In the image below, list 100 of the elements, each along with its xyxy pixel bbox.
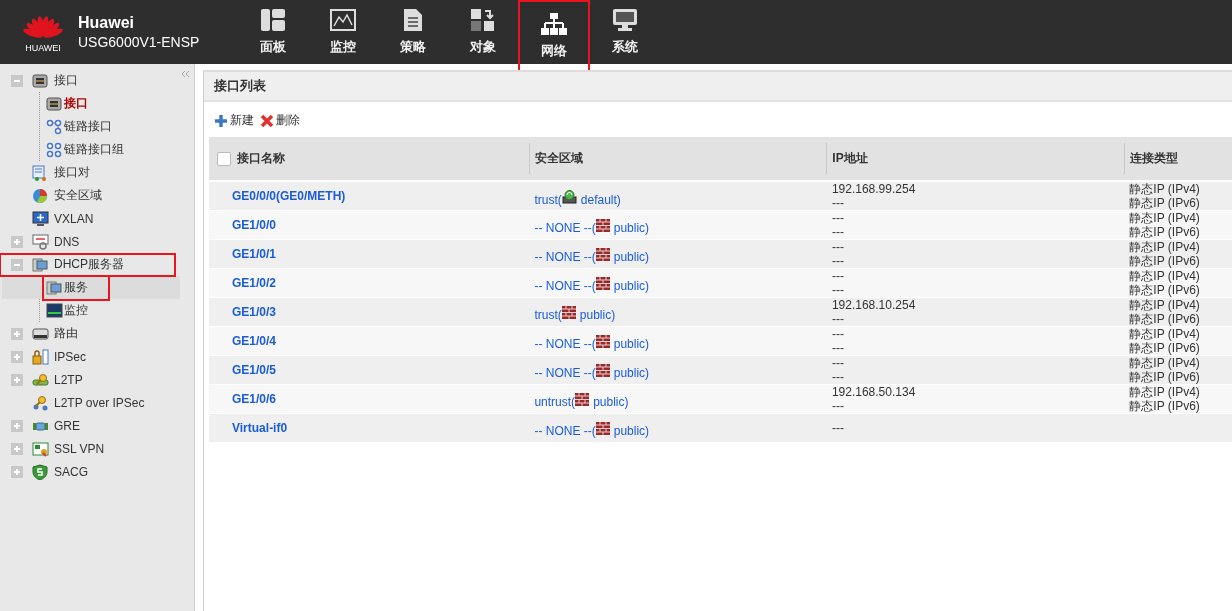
tree-item[interactable]: L2TP over IPSec [32, 393, 147, 412]
zone-link[interactable]: -- NONE --( [534, 250, 596, 264]
document-dots-icon [32, 164, 49, 181]
ip-address: 192.168.99.254 [831, 182, 916, 196]
interface-link[interactable]: GE1/0/4 [232, 334, 277, 348]
server-icon [32, 256, 49, 273]
tree-item[interactable]: DHCP服务器 [2, 255, 173, 274]
zone-link[interactable]: -- NONE --( [534, 366, 596, 380]
table-row[interactable]: GE1/0/5 -- NONE --( public) --- --- 静态IP (IPv4) 静态IP (IPv6) [209, 356, 1232, 385]
connection-type: 静态IP (IPv4) [1129, 385, 1200, 399]
cross-icon [260, 113, 274, 128]
zone-link[interactable]: -- NONE --( [534, 337, 596, 351]
monitor-icon [46, 302, 63, 319]
certificate-icon [32, 440, 49, 457]
table-row[interactable]: Virtual-if0 -- NONE --( public) --- [209, 414, 1232, 443]
collapse-toggle-icon[interactable] [11, 74, 23, 87]
brick-wall-icon [575, 393, 590, 406]
expand-toggle-icon[interactable] [11, 235, 23, 248]
vsys-link[interactable]: public) [613, 424, 650, 438]
tree-item[interactable]: 路由 [32, 324, 80, 343]
tree-item[interactable]: L2TP [32, 370, 85, 389]
tree-item[interactable]: 接口对 [32, 163, 92, 182]
port-icon [32, 72, 49, 89]
tree-item[interactable]: 链路接口 [46, 117, 116, 136]
nav-tab[interactable]: 网络 [526, 8, 582, 64]
connection-type: 静态IP (IPv6) [1129, 254, 1200, 268]
ip-address: --- [831, 370, 844, 384]
vsys-link[interactable]: public) [593, 395, 629, 409]
collapse-toggle-icon[interactable] [11, 258, 23, 271]
zone-link[interactable]: -- NONE --( [534, 424, 596, 438]
key-icon [32, 394, 49, 411]
tree-item[interactable]: 接口 [32, 71, 80, 90]
connection-type: 静态IP (IPv6) [1129, 312, 1200, 326]
expand-toggle-icon[interactable] [11, 327, 23, 340]
tree-item[interactable]: SACG [32, 462, 90, 481]
expand-toggle-icon[interactable] [11, 442, 23, 455]
connection-type: 静态IP (IPv4) [1129, 240, 1200, 254]
toolbar-button[interactable]: 删除 [260, 110, 300, 131]
drive-icon [561, 189, 577, 204]
table-row[interactable]: GE1/0/4 -- NONE --( public) --- --- 静态IP (IPv4) 静态IP (IPv6) [209, 327, 1232, 356]
vsys-link[interactable]: public) [613, 337, 650, 351]
table-row[interactable]: GE1/0/3 trust( public) 192.168.10.254 --- 静态IP (IPv4) 静态IP (IPv6) [209, 298, 1232, 327]
tree-item[interactable]: IPSec [32, 347, 88, 366]
connection-type: 静态IP (IPv6) [1129, 341, 1200, 355]
connection-type: 静态IP (IPv6) [1129, 399, 1200, 413]
nav-tab[interactable]: 策略 [386, 0, 440, 64]
expand-toggle-icon[interactable] [11, 350, 23, 363]
interface-link[interactable]: Virtual-if0 [232, 421, 288, 435]
brick-wall-icon [595, 364, 610, 377]
toolbar-button[interactable]: 新建 [214, 110, 254, 131]
vsys-link[interactable]: default) [580, 192, 621, 207]
brick-wall-icon [595, 219, 610, 232]
vsys-link[interactable]: public) [613, 250, 650, 264]
vsys-link[interactable]: public) [613, 366, 650, 380]
zone-link[interactable]: -- NONE --( [534, 221, 596, 235]
table-row[interactable]: GE1/0/6 untrust( public) 192.168.50.134 --- 静态IP (IPv4) 静态IP (IPv6) [209, 385, 1232, 414]
expand-toggle-icon[interactable] [11, 465, 23, 478]
interface-link[interactable]: GE1/0/5 [232, 363, 277, 377]
ip-address: --- [831, 356, 844, 370]
connection-type: 静态IP (IPv6) [1129, 196, 1200, 210]
interface-link[interactable]: GE1/0/1 [232, 247, 277, 261]
table-row[interactable]: GE1/0/1 -- NONE --( public) --- --- 静态IP (IPv4) 静态IP (IPv6) [209, 240, 1232, 269]
zone-link[interactable]: untrust( [534, 395, 576, 409]
zone-link[interactable]: trust( [534, 308, 562, 322]
zone-link[interactable]: -- NONE --( [534, 279, 596, 293]
tree-item[interactable]: SSL VPN [32, 439, 107, 458]
tree-item[interactable]: VXLAN [32, 209, 96, 228]
interface-link[interactable]: GE1/0/3 [232, 305, 277, 319]
key-icon [32, 371, 49, 388]
zone-link[interactable]: trust( [534, 192, 562, 207]
tree-item[interactable]: 接口 [46, 94, 92, 113]
ip-address: --- [831, 421, 844, 435]
tree-item[interactable]: DNS [32, 232, 82, 251]
nav-tab[interactable]: 面板 [246, 0, 300, 64]
table-row[interactable]: GE0/0/0(GE0/METH) trust( default) 192.168.99.254 --- 静态IP (IPv4) 静态IP (IPv6) [209, 182, 1232, 211]
collapse-icon[interactable] [180, 70, 190, 78]
table-row[interactable]: GE1/0/2 -- NONE --( public) --- --- 静态IP (IPv4) 静态IP (IPv6) [209, 269, 1232, 298]
expand-toggle-icon[interactable] [11, 373, 23, 386]
router-icon [32, 325, 49, 342]
nav-tab[interactable]: 监控 [316, 0, 370, 64]
vsys-link[interactable]: public) [613, 221, 650, 235]
tree-item[interactable]: 安全区域 [32, 186, 104, 205]
brick-wall-icon [595, 248, 610, 261]
interface-link[interactable]: GE1/0/6 [232, 392, 277, 406]
interface-link[interactable]: GE1/0/2 [232, 276, 277, 290]
tree-item[interactable]: GRE [32, 416, 82, 435]
interface-link[interactable]: GE1/0/0 [232, 218, 277, 232]
nav-tab[interactable]: 系统 [598, 0, 652, 64]
nav-tab[interactable]: 对象 [456, 0, 510, 64]
column-header: 连接类型 [1129, 150, 1178, 167]
ip-address: --- [831, 211, 844, 225]
port-icon [46, 95, 63, 112]
vsys-link[interactable]: public) [579, 308, 616, 322]
interface-link[interactable]: GE0/0/0(GE0/METH) [232, 189, 346, 203]
tree-item[interactable]: 链路接口组 [46, 140, 128, 159]
select-all-checkbox[interactable] [217, 151, 231, 166]
tree-item[interactable]: 监控 [46, 301, 92, 320]
vsys-link[interactable]: public) [613, 279, 650, 293]
expand-toggle-icon[interactable] [11, 419, 23, 432]
table-row[interactable]: GE1/0/0 -- NONE --( public) --- --- 静态IP (IPv4) 静态IP (IPv6) [209, 211, 1232, 240]
